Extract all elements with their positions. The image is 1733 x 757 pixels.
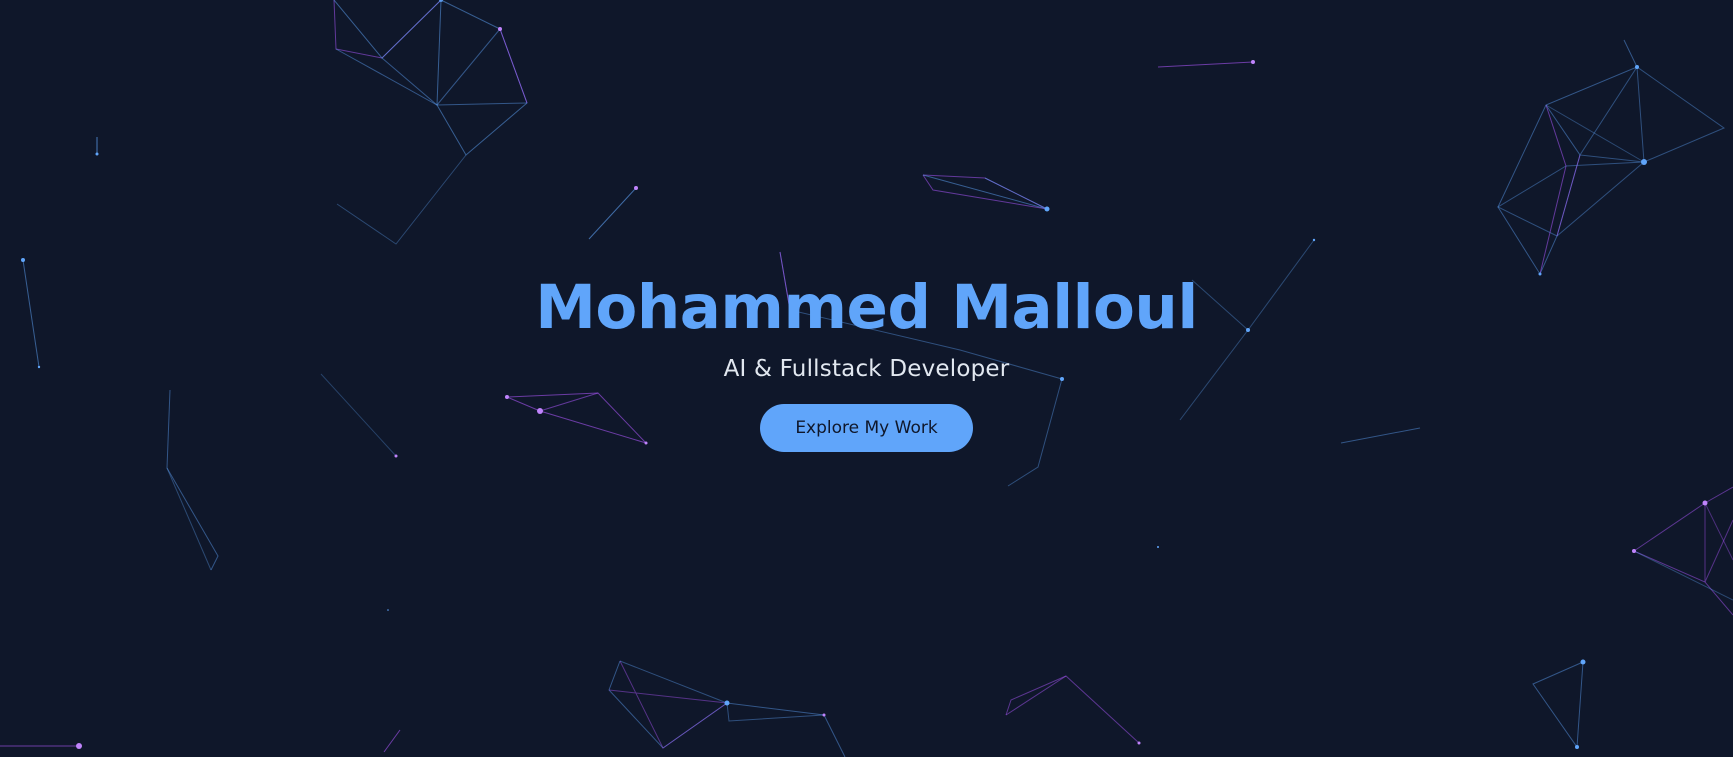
- hero-content: Mohammed Malloul AI & Fullstack Develope…: [0, 268, 1733, 452]
- hero-subtitle: AI & Fullstack Developer: [723, 356, 1010, 382]
- explore-work-button[interactable]: Explore My Work: [760, 404, 973, 452]
- hero-title: Mohammed Malloul: [535, 272, 1198, 343]
- hero-section: Mohammed Malloul AI & Fullstack Develope…: [0, 0, 1733, 757]
